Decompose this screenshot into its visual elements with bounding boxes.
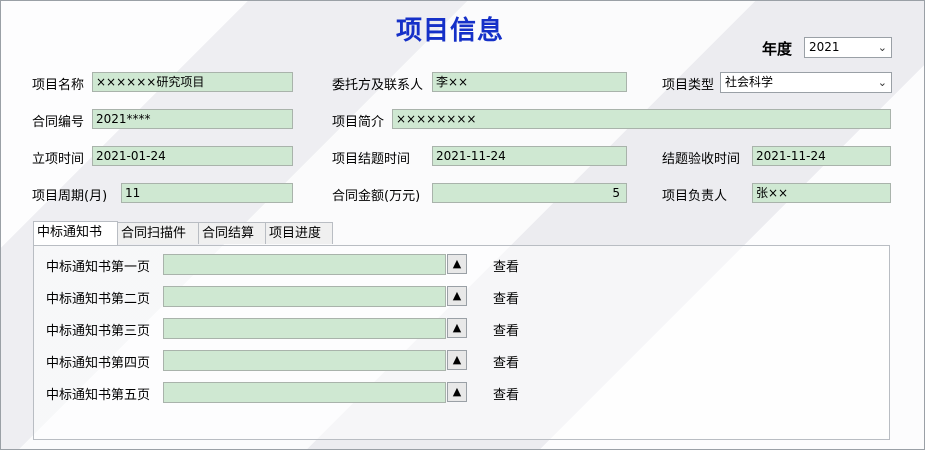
client-field[interactable]: 李××: [432, 72, 627, 92]
year-label: 年度: [762, 40, 793, 58]
upload-label: 中标通知书第四页: [46, 356, 151, 371]
triangle-up-icon: ▲: [452, 321, 462, 334]
upload-path-field[interactable]: [163, 254, 446, 275]
tab-project-progress[interactable]: 项目进度: [265, 222, 333, 244]
upload-label: 中标通知书第一页: [46, 260, 151, 275]
view-link[interactable]: 查看: [493, 256, 519, 275]
upload-arrow-button[interactable]: ▲: [447, 286, 467, 306]
upload-path-field[interactable]: [163, 286, 446, 307]
period-label: 项目周期(月): [32, 189, 108, 204]
accept-date-field[interactable]: 2021-11-24: [752, 146, 891, 166]
triangle-up-icon: ▲: [452, 385, 462, 398]
project-type-label: 项目类型: [662, 78, 715, 93]
year-select[interactable]: 2021 ⌄: [804, 37, 892, 58]
view-link[interactable]: 查看: [493, 384, 519, 403]
tab-contract-scan[interactable]: 合同扫描件: [117, 222, 199, 244]
summary-field[interactable]: ××××××××: [392, 109, 891, 129]
end-date-field[interactable]: 2021-11-24: [432, 146, 627, 166]
view-link[interactable]: 查看: [493, 320, 519, 339]
summary-label: 项目简介: [332, 115, 385, 130]
project-name-label: 项目名称: [32, 78, 85, 93]
contract-no-label: 合同编号: [32, 115, 85, 130]
project-name-field[interactable]: ××××××研究项目: [92, 72, 293, 92]
accept-date-label: 结题验收时间: [662, 152, 741, 167]
triangle-up-icon: ▲: [452, 289, 462, 302]
tab-panel: [33, 245, 890, 440]
start-date-field[interactable]: 2021-01-24: [92, 146, 293, 166]
tab-contract-settlement[interactable]: 合同结算: [198, 222, 266, 244]
manager-field[interactable]: 张××: [752, 183, 891, 203]
period-field[interactable]: 11: [121, 183, 293, 203]
upload-label: 中标通知书第五页: [46, 388, 151, 403]
upload-arrow-button[interactable]: ▲: [447, 382, 467, 402]
upload-path-field[interactable]: [163, 350, 446, 371]
chevron-down-icon: ⌄: [877, 76, 887, 89]
start-date-label: 立项时间: [32, 152, 85, 167]
upload-arrow-button[interactable]: ▲: [447, 318, 467, 338]
project-type-value: 社会科学: [725, 75, 774, 89]
view-link[interactable]: 查看: [493, 288, 519, 307]
tab-award-notice[interactable]: 中标通知书: [33, 221, 118, 245]
upload-path-field[interactable]: [163, 318, 446, 339]
year-value: 2021: [809, 40, 840, 54]
upload-label: 中标通知书第三页: [46, 324, 151, 339]
manager-label: 项目负责人: [662, 189, 728, 204]
amount-label: 合同金额(万元): [332, 189, 421, 204]
amount-field[interactable]: 5: [432, 183, 627, 203]
upload-arrow-button[interactable]: ▲: [447, 350, 467, 370]
client-label: 委托方及联系人: [332, 78, 424, 93]
triangle-up-icon: ▲: [452, 353, 462, 366]
upload-label: 中标通知书第二页: [46, 292, 151, 307]
page-title: 项目信息: [396, 16, 505, 46]
project-type-select[interactable]: 社会科学 ⌄: [720, 72, 892, 93]
view-link[interactable]: 查看: [493, 352, 519, 371]
end-date-label: 项目结题时间: [332, 152, 411, 167]
upload-arrow-button[interactable]: ▲: [447, 254, 467, 274]
triangle-up-icon: ▲: [452, 257, 462, 270]
contract-no-field[interactable]: 2021****: [92, 109, 293, 129]
upload-path-field[interactable]: [163, 382, 446, 403]
chevron-down-icon: ⌄: [877, 41, 887, 54]
